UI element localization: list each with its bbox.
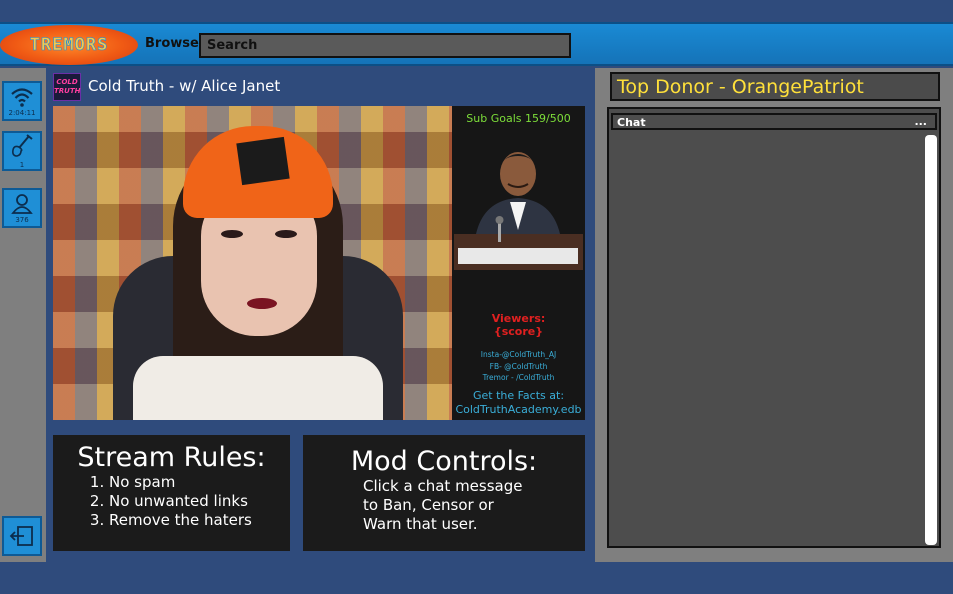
- right-panel: Top Donor - OrangePatriot Chat ...: [595, 68, 953, 562]
- music-button[interactable]: 1: [2, 131, 42, 171]
- sub-goals-text: Sub Goals 159/500: [466, 112, 571, 125]
- top-bar: TREMORS Browse Search: [0, 22, 953, 66]
- host-avatar-art: [454, 152, 583, 270]
- facts-block: Get the Facts at: ColdTruthAcademy.edb: [452, 389, 585, 417]
- left-sidebar: 2:04:11 1 376: [0, 68, 46, 562]
- user-icon: [11, 193, 33, 214]
- mod-controls-description: Click a chat message to Ban, Censor or W…: [363, 477, 585, 534]
- exit-button[interactable]: [2, 516, 42, 556]
- video-player[interactable]: Sub Goals 159/500 Viewers: {score} Insta…: [53, 106, 585, 420]
- facts-url: ColdTruthAcademy.edb: [455, 403, 582, 416]
- top-donor-banner: Top Donor - OrangePatriot: [610, 72, 940, 101]
- guitar-icon: [12, 133, 33, 157]
- rules-title: Stream Rules:: [77, 442, 266, 473]
- chat-title: Chat: [617, 116, 646, 129]
- mod-line: Warn that user.: [363, 515, 478, 533]
- browse-link[interactable]: Browse: [145, 36, 199, 51]
- insta-handle: Insta-@ColdTruth_AJ: [480, 350, 557, 359]
- stream-rules-panel: Stream Rules: No spam No unwanted links …: [53, 435, 290, 551]
- rule-item: No unwanted links: [109, 492, 290, 511]
- stream-title: Cold Truth - w/ Alice Janet: [88, 77, 281, 95]
- fb-handle: FB- @ColdTruth: [489, 361, 548, 371]
- music-caption: 1: [19, 160, 25, 169]
- mod-controls-title: Mod Controls:: [350, 446, 538, 477]
- chat-scrollbar[interactable]: [925, 135, 937, 545]
- mod-line: Click a chat message: [363, 477, 523, 495]
- tremor-handle: Tremor - /ColdTruth: [482, 373, 555, 382]
- mod-line: to Ban, Censor or: [363, 496, 494, 514]
- stream-overlay: Sub Goals 159/500 Viewers: {score} Insta…: [452, 106, 585, 420]
- facts-label: Get the Facts at:: [472, 389, 565, 402]
- connection-button[interactable]: 2:04:11: [2, 81, 42, 121]
- mod-controls-panel: Mod Controls: Click a chat message to Ba…: [303, 435, 585, 551]
- stream-panel: COLD TRUTH Cold Truth - w/ Alice Janet S…: [46, 68, 595, 562]
- chat-more-button[interactable]: ...: [914, 115, 927, 128]
- rules-list: No spam No unwanted links Remove the hat…: [109, 473, 290, 530]
- exit-icon: [9, 526, 33, 546]
- viewers-block: Viewers: {score}: [452, 312, 585, 338]
- chat-header: Chat ...: [611, 113, 937, 130]
- social-links: Insta-@ColdTruth_AJ FB- @ColdTruth Tremo…: [452, 349, 585, 384]
- rule-item: Remove the haters: [109, 511, 290, 530]
- webcam-feed: [53, 106, 452, 420]
- uptime-caption: 2:04:11: [8, 108, 36, 117]
- viewers-value: {score}: [493, 325, 544, 338]
- viewers-label: Viewers:: [491, 312, 546, 325]
- chat-panel: Chat ...: [607, 107, 941, 548]
- viewers-button[interactable]: 376: [2, 188, 42, 228]
- tremors-logo[interactable]: TREMORS: [0, 25, 138, 65]
- logo-text: TREMORS: [29, 35, 109, 56]
- search-input[interactable]: Search: [199, 33, 571, 58]
- channel-avatar[interactable]: COLD TRUTH: [53, 73, 81, 101]
- signal-icon: [11, 87, 33, 107]
- rule-item: No spam: [109, 473, 290, 492]
- viewer-count-caption: 376: [15, 215, 29, 224]
